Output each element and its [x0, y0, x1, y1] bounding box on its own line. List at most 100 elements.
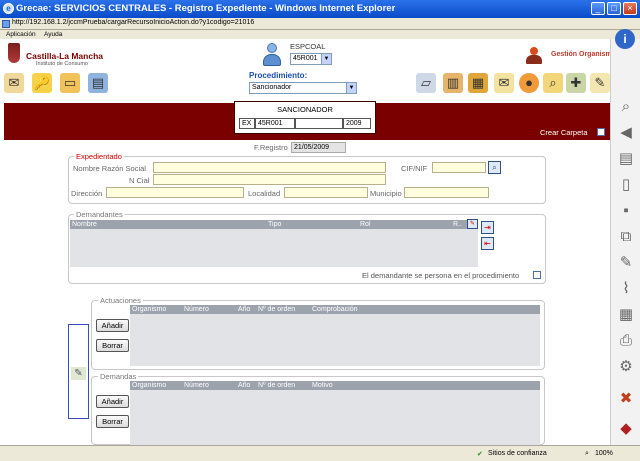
- remove-demandante-icon[interactable]: ⇤: [481, 237, 494, 250]
- gear-icon[interactable]: ⚙: [614, 355, 638, 379]
- address-bar[interactable]: http://192.168.1.2/jccmPrueba/cargarRecu…: [0, 18, 640, 30]
- logo-subtitle: Instituto de Consumo: [36, 61, 88, 67]
- cif-nif-label: CIF/NIF: [401, 164, 428, 173]
- right-sidebar: i ⌕ ◀ ▤ ▯ ▪ ⧉ ✎ ⌇ ▦ ⎙ ⚙ ✖ ◆: [610, 29, 640, 445]
- address-url[interactable]: http://192.168.1.2/jccmPrueba/cargarRecu…: [12, 19, 254, 26]
- minimize-icon[interactable]: _: [591, 2, 605, 15]
- search-folder-icon[interactable]: ⌕: [543, 73, 563, 93]
- registro-date-field: 21/05/2009: [291, 142, 346, 153]
- col-anio: Año: [238, 306, 251, 313]
- books-icon[interactable]: ▥: [443, 73, 463, 93]
- registro-label: F.Registro: [254, 143, 288, 152]
- tools-icon[interactable]: ✖: [614, 387, 638, 411]
- copy-icon[interactable]: ⧉: [614, 225, 638, 249]
- folder-key-icon[interactable]: 🔑: [32, 73, 52, 93]
- globe-icon[interactable]: ●: [519, 73, 539, 93]
- user-select-value: 45R001: [293, 55, 318, 62]
- search-person-icon[interactable]: ⌕: [488, 161, 501, 174]
- direccion-input[interactable]: [106, 187, 244, 198]
- paperclip-icon[interactable]: ⌇: [614, 277, 638, 301]
- security-zone: Sitios de confianza: [488, 450, 547, 457]
- cif-nif-input[interactable]: [432, 162, 486, 173]
- page-icon: [2, 20, 10, 28]
- municipio-input[interactable]: [404, 187, 489, 198]
- demandas-add-button[interactable]: Añadir: [96, 395, 129, 408]
- document-icon[interactable]: ▯: [614, 173, 638, 197]
- demandas-legend: Demandas: [98, 372, 139, 381]
- col-numero: Número: [184, 306, 209, 313]
- envelope-icon[interactable]: ✉: [4, 73, 24, 93]
- col-orden: Nº de orden: [258, 382, 296, 389]
- demandas-delete-button[interactable]: Borrar: [96, 415, 129, 428]
- edit-icon[interactable]: ✎: [467, 219, 478, 229]
- demandantes-table-header: Nombre Tipo Rol R..: [70, 220, 478, 229]
- puzzle-icon[interactable]: ✚: [566, 73, 586, 93]
- side-panel-handle[interactable]: ✎: [68, 324, 89, 419]
- archive-icon[interactable]: ▦: [468, 73, 488, 93]
- col-comprobacion: Comprobación: [312, 306, 358, 313]
- demandantes-table-body: [70, 229, 478, 267]
- direccion-label: Dirección: [71, 189, 103, 198]
- gestion-organismo-link[interactable]: Gestión Organismo: [551, 51, 616, 58]
- zoom-icon[interactable]: ⌕: [585, 450, 589, 458]
- mail-icon[interactable]: ✉: [494, 73, 514, 93]
- jccm-logo-icon: [8, 43, 20, 63]
- menu-aplicacion[interactable]: Aplicación: [6, 31, 36, 38]
- municipio-label: Municipio: [370, 189, 402, 198]
- stack-icon[interactable]: ▤: [614, 147, 638, 171]
- add-demandante-icon[interactable]: ⇥: [481, 221, 494, 234]
- gestion-organismo-icon[interactable]: [524, 47, 544, 65]
- nombre-razon-label: Nombre Razón Social: [73, 164, 146, 173]
- expediente-type: EX: [239, 118, 255, 129]
- col-r: R..: [453, 221, 462, 228]
- info-icon[interactable]: i: [615, 29, 635, 49]
- notes-icon: ✎: [71, 367, 86, 380]
- app-header: Castilla-La Mancha Instituto de Consumo …: [0, 39, 616, 103]
- user-select[interactable]: 45R001 ▼: [290, 53, 332, 65]
- maximize-icon[interactable]: □: [607, 2, 621, 15]
- localidad-input[interactable]: [284, 187, 368, 198]
- actuaciones-delete-button[interactable]: Borrar: [96, 339, 129, 352]
- nombre-razon-input[interactable]: [153, 162, 386, 173]
- actuaciones-table-body: [130, 314, 540, 366]
- expediente-numero: [295, 118, 343, 129]
- ncial-input[interactable]: [153, 174, 386, 185]
- expediente-box: SANCIONADOR EX 45R001 2009: [234, 101, 376, 134]
- window-title-bar: e Grecae: SERVICIOS CENTRALES - Registro…: [0, 0, 640, 18]
- menu-bar: Aplicación Ayuda: [0, 30, 640, 39]
- col-rol: Rol: [360, 221, 371, 228]
- write-icon[interactable]: ✎: [590, 73, 610, 93]
- col-anio: Año: [238, 382, 251, 389]
- magnifier-icon[interactable]: ⌕: [614, 95, 638, 119]
- back-icon[interactable]: ◀: [614, 121, 638, 145]
- procedimiento-select[interactable]: Sancionador ▼: [249, 82, 357, 94]
- status-bar: ✔ Sitios de confianza ⌕ 100%: [0, 445, 640, 461]
- save-icon[interactable]: ▪: [614, 199, 638, 223]
- col-nombre: Nombre: [72, 221, 97, 228]
- ncial-label: N Cial: [129, 176, 150, 185]
- close-icon[interactable]: ×: [623, 2, 637, 15]
- pages-icon[interactable]: ▦: [614, 303, 638, 327]
- demandas-table-header: Organismo Número Año Nº de orden Motivo: [130, 381, 540, 390]
- disk-icon[interactable]: ▤: [88, 73, 108, 93]
- col-organismo: Organismo: [132, 382, 167, 389]
- expediente-organismo: 45R001: [255, 118, 295, 129]
- car-icon[interactable]: ◆: [614, 417, 638, 441]
- expediente-anio: 2009: [343, 118, 371, 129]
- user-label: ESPCOAL: [290, 42, 326, 51]
- window-title: Grecae: SERVICIOS CENTRALES - Registro E…: [16, 3, 396, 14]
- expediente-title: SANCIONADOR: [277, 105, 333, 114]
- actuaciones-add-button[interactable]: Añadir: [96, 319, 129, 332]
- expedientado-legend: Expedientado: [74, 152, 124, 161]
- actuaciones-table-header: Organismo Número Año Nº de orden Comprob…: [130, 305, 540, 314]
- print-icon[interactable]: ⎙: [614, 329, 638, 353]
- persona-checkbox[interactable]: [533, 271, 541, 279]
- col-orden: Nº de orden: [258, 306, 296, 313]
- zoom-level[interactable]: 100%: [595, 450, 613, 457]
- folder-icon[interactable]: ▭: [60, 73, 80, 93]
- col-tipo: Tipo: [268, 221, 282, 228]
- crear-carpeta-checkbox[interactable]: [597, 128, 605, 136]
- laptop-icon[interactable]: ▱: [416, 73, 436, 93]
- pencil-icon[interactable]: ✎: [614, 251, 638, 275]
- menu-ayuda[interactable]: Ayuda: [44, 31, 62, 38]
